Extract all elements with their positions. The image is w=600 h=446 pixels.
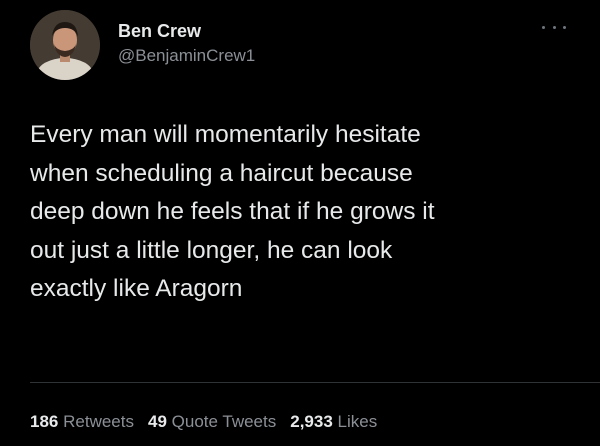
tweet-text-line: Every man will momentarily hesitate bbox=[30, 121, 421, 148]
likes-count: 2,933 bbox=[290, 412, 333, 431]
retweets-label: Retweets bbox=[63, 412, 134, 431]
tweet-text-line: deep down he feels that if he grows it bbox=[30, 198, 435, 225]
profile-photo bbox=[30, 10, 100, 80]
tweet-stats: 186 Retweets 49 Quote Tweets 2,933 Likes bbox=[30, 412, 377, 432]
divider bbox=[30, 382, 600, 383]
retweets-count: 186 bbox=[30, 412, 59, 431]
quote-tweets-label: Quote Tweets bbox=[171, 412, 277, 431]
likes-stat[interactable]: 2,933 Likes bbox=[290, 412, 377, 432]
tweet-text: Every man will momentarily hesitate when… bbox=[30, 116, 570, 309]
author-handle[interactable]: @BenjaminCrew1 bbox=[118, 46, 255, 66]
tweet-text-line: exactly like Aragorn bbox=[30, 275, 243, 302]
tweet-text-line: out just a little longer, he can look bbox=[30, 236, 393, 264]
author-display-name[interactable]: Ben Crew bbox=[118, 21, 201, 42]
retweets-stat[interactable]: 186 Retweets bbox=[30, 412, 134, 432]
quote-tweets-stat[interactable]: 49 Quote Tweets bbox=[148, 412, 276, 432]
dot bbox=[542, 25, 545, 29]
dot bbox=[552, 25, 556, 29]
likes-label: Likes bbox=[337, 412, 378, 431]
quote-tweets-count: 49 bbox=[147, 412, 167, 431]
dot bbox=[563, 25, 566, 29]
avatar[interactable] bbox=[30, 10, 100, 80]
tweet-text-line: when scheduling a haircut because bbox=[30, 159, 413, 187]
more-dots-icon[interactable] bbox=[542, 20, 566, 34]
